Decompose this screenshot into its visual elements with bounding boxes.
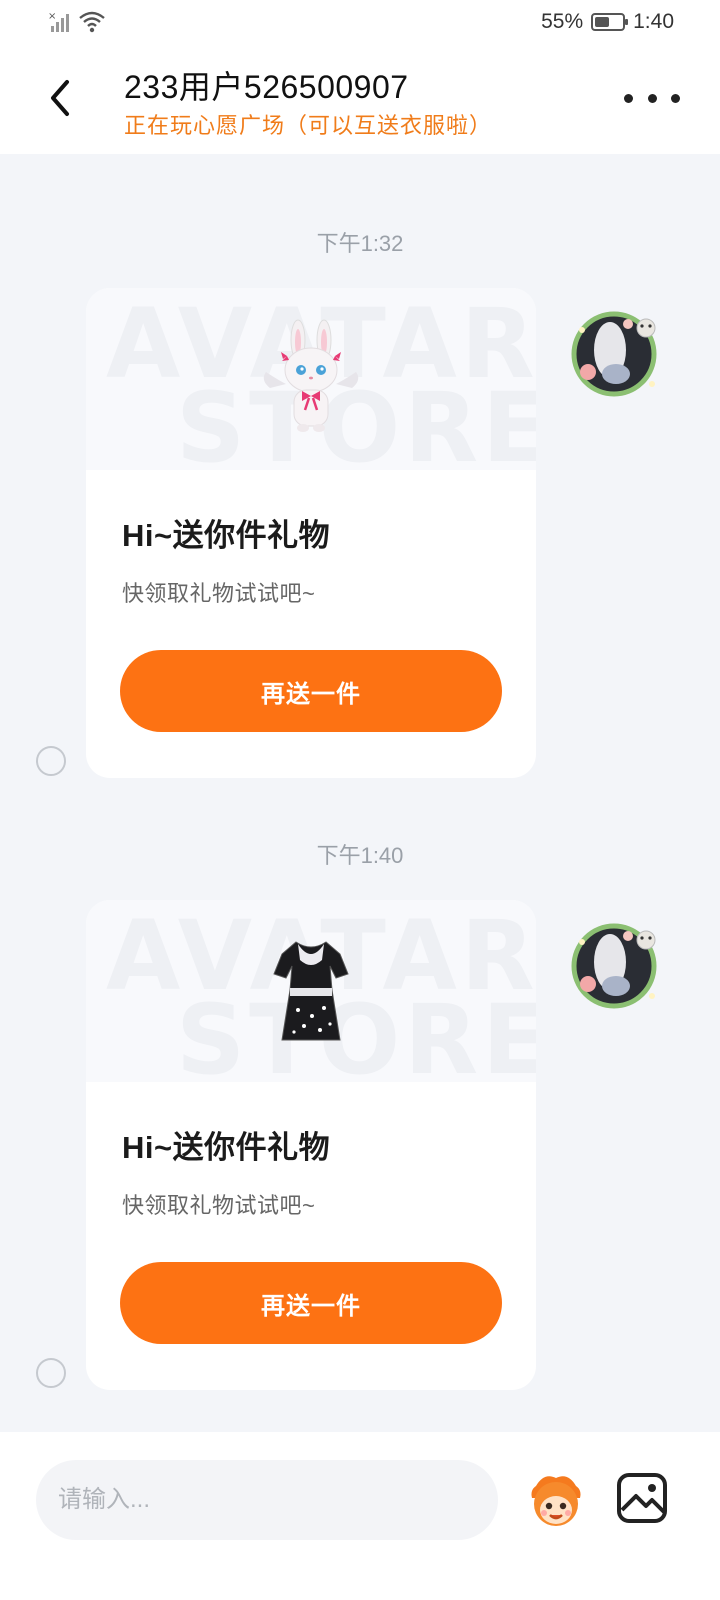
message-status-circle [36,1358,66,1388]
gift-card-title: Hi~送你件礼物 [122,1130,331,1165]
battery-fill [595,17,610,27]
gift-banner: AVATAR STORE [86,288,536,470]
gift-card[interactable]: AVATAR STORE [86,288,536,778]
chat-screen: × 55% 1:40 233用户526500907 正在玩心愿广场（可以互送衣服… [0,0,720,1600]
contact-activity: 正在玩心愿广场（可以互送衣服啦） [124,113,493,138]
user-avatar[interactable] [568,920,660,1012]
dot-icon [671,93,680,103]
gift-card-text: 快领取礼物试试吧~ [122,581,316,606]
more-options-button[interactable] [624,80,680,116]
status-left: × [48,10,106,34]
bunny-plush-icon [263,319,359,432]
status-right: 55% 1:40 [541,10,674,34]
image-picker-icon[interactable] [614,1470,670,1526]
signal-icon: × [48,11,69,32]
gift-banner: AVATAR STORE [86,900,536,1082]
svg-text:×: × [48,11,56,22]
gift-card-title: Hi~送你件礼物 [122,518,331,553]
send-another-button[interactable]: 再送一件 [120,1262,502,1344]
send-another-button[interactable]: 再送一件 [120,650,502,732]
chat-header: 233用户526500907 正在玩心愿广场（可以互送衣服啦） [0,50,720,154]
composer-bar [0,1432,720,1600]
battery-percent: 55% [541,10,584,33]
gift-card-text: 快领取礼物试试吧~ [122,1193,316,1218]
chevron-left-icon [51,80,69,116]
battery-icon [591,13,629,31]
wifi-icon [79,11,105,33]
user-avatar[interactable] [568,308,660,400]
message-input[interactable] [36,1460,498,1540]
clock: 1:40 [633,10,674,33]
message-timestamp: 下午1:32 [316,231,404,256]
status-bar: × 55% 1:40 [0,0,720,50]
gift-card[interactable]: AVATAR STORE Hi~送你件礼物 快领取礼物试试吧~ 再送一件 [86,900,536,1390]
dot-icon [647,93,657,103]
dress-icon [273,941,349,1041]
message-timestamp: 下午1:40 [316,843,404,868]
dot-icon [624,93,633,103]
mascot-emoji-icon[interactable] [524,1468,588,1532]
message-status-circle [36,746,66,776]
message-list[interactable]: 下午1:32 AVATAR STORE [0,154,720,1432]
back-button[interactable] [34,72,86,124]
contact-name: 233用户526500907 [124,69,409,105]
